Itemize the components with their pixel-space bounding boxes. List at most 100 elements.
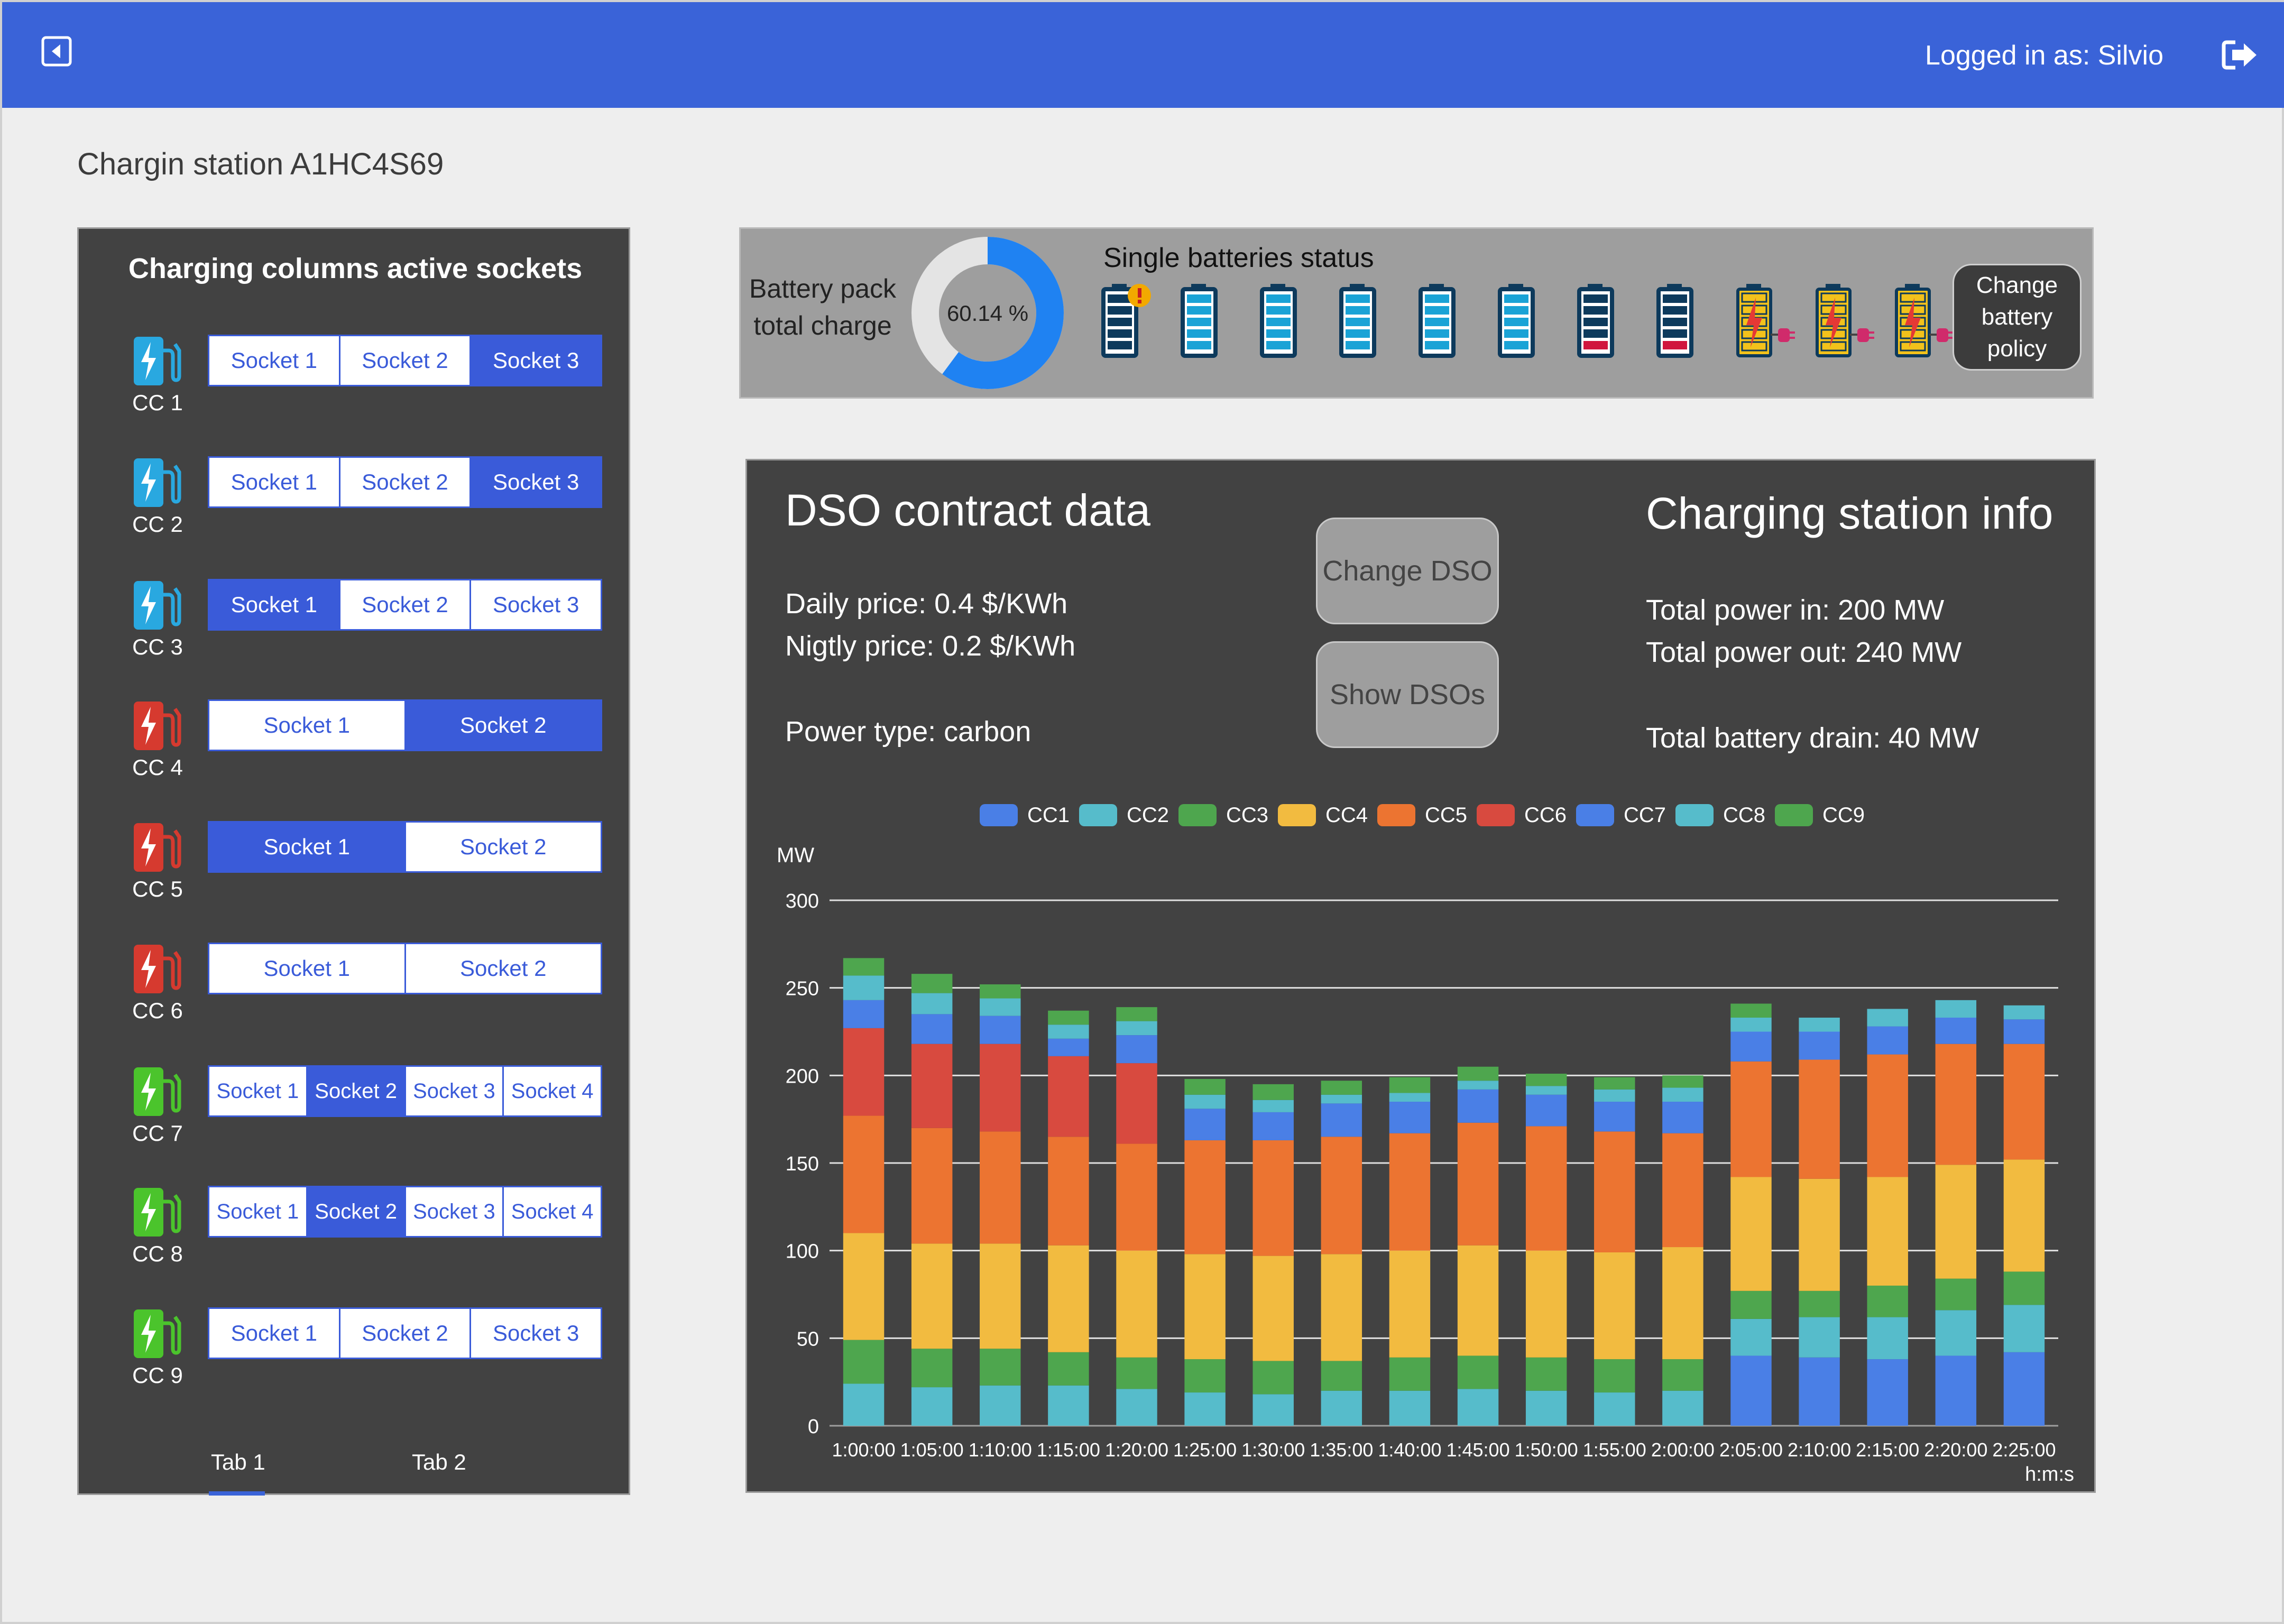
socket-1-toggle[interactable]: Socket 1	[209, 580, 339, 629]
socket-1-toggle[interactable]: Socket 1	[209, 1187, 306, 1236]
socket-2-toggle[interactable]: Socket 2	[306, 1187, 404, 1236]
socket-2-toggle[interactable]: Socket 2	[338, 1309, 470, 1358]
bar-segment	[1457, 1389, 1499, 1426]
bar-segment	[1389, 1077, 1431, 1093]
back-icon[interactable]	[41, 36, 72, 67]
charging-column-label: CC 2	[132, 512, 183, 537]
bar-segment	[1457, 1089, 1499, 1123]
change-battery-policy-button[interactable]: Change battery policy	[1953, 264, 2082, 371]
socket-1-toggle[interactable]: Socket 1	[209, 1067, 306, 1115]
bar-segment	[1184, 1094, 1226, 1109]
socket-3-toggle[interactable]: Socket 3	[469, 580, 601, 629]
x-tick-label: 2:20:00	[1924, 1439, 1987, 1461]
socket-1-toggle[interactable]: Socket 1	[209, 823, 404, 871]
socket-3-toggle[interactable]: Socket 3	[469, 1309, 601, 1358]
battery-pack-label-line2: total charge	[753, 311, 892, 340]
socket-1-toggle[interactable]: Socket 1	[209, 1309, 339, 1358]
bar-segment	[1730, 1017, 1772, 1032]
battery-cell-low-icon	[1577, 284, 1614, 358]
bar-segment	[1048, 1010, 1089, 1025]
x-tick-label: 1:25:00	[1173, 1439, 1237, 1461]
tab-1[interactable]: Tab 1	[211, 1448, 265, 1477]
bar-segment	[1116, 1007, 1157, 1021]
charging-column-1: CC 1 Socket 1 Socket 2 Socket 3	[79, 335, 632, 440]
socket-3-toggle[interactable]: Socket 3	[404, 1067, 503, 1115]
charging-column-8: CC 8 Socket 1 Socket 2 Socket 3 Socket 4	[79, 1186, 632, 1291]
charging-column-2: CC 2 Socket 1 Socket 2 Socket 3	[79, 456, 632, 562]
bar-segment	[1116, 1063, 1157, 1144]
socket-4-toggle[interactable]: Socket 4	[502, 1067, 601, 1115]
charging-columns-panel: Charging columns active sockets CC 1 Sock…	[77, 227, 632, 1496]
bar-segment	[1252, 1100, 1294, 1112]
charging-column-label: CC 7	[132, 1121, 183, 1146]
charging-column-5: CC 5 Socket 1 Socket 2	[79, 821, 632, 927]
socket-2-toggle[interactable]: Socket 2	[404, 944, 601, 993]
battery-cell-charging-icon	[1895, 284, 1954, 357]
socket-1-toggle[interactable]: Socket 1	[209, 701, 404, 750]
y-tick-label: 300	[786, 890, 819, 912]
bar-segment	[1730, 1355, 1772, 1426]
socket-2-toggle[interactable]: Socket 2	[338, 580, 470, 629]
x-tick-label: 1:50:00	[1515, 1439, 1578, 1461]
bar-segment	[1662, 1087, 1703, 1102]
x-tick-label: 2:10:00	[1788, 1439, 1851, 1461]
bar-segment	[1594, 1359, 1635, 1393]
legend-swatch	[1079, 804, 1117, 826]
bar-segment	[1525, 1074, 1567, 1086]
bar-segment	[1252, 1361, 1294, 1395]
socket-1-toggle[interactable]: Socket 1	[209, 336, 339, 385]
bar-segment	[1048, 1385, 1089, 1426]
bar-segment	[1252, 1256, 1294, 1361]
socket-2-toggle[interactable]: Socket 2	[306, 1067, 404, 1115]
bar-segment	[1457, 1355, 1499, 1389]
socket-3-toggle[interactable]: Socket 3	[469, 336, 601, 385]
bar-segment	[1525, 1357, 1567, 1391]
battery-cell-full-icon	[1260, 284, 1297, 358]
x-axis-label: h:m:s	[2025, 1463, 2074, 1485]
bar-segment	[843, 1115, 885, 1233]
y-tick-label: 100	[786, 1241, 819, 1263]
socket-1-toggle[interactable]: Socket 1	[209, 458, 339, 506]
bar-segment	[1252, 1394, 1294, 1426]
bar-segment	[1799, 1290, 1840, 1317]
bar-segment	[1116, 1143, 1157, 1251]
bar-segment	[1389, 1133, 1431, 1251]
logout-icon[interactable]	[2221, 39, 2259, 71]
socket-2-toggle[interactable]: Socket 2	[338, 336, 470, 385]
bar-segment	[1457, 1066, 1499, 1081]
charging-column-label: CC 5	[132, 876, 183, 901]
socket-toggle-group: Socket 1 Socket 2	[208, 821, 602, 873]
single-batteries-title: Single batteries status	[1103, 243, 1374, 273]
y-tick-label: 50	[797, 1328, 819, 1350]
bar-segment	[1662, 1359, 1703, 1391]
charging-column-7: CC 7 Socket 1 Socket 2 Socket 3 Socket 4	[79, 1065, 632, 1171]
socket-toggle-group: Socket 1 Socket 2 Socket 3	[208, 335, 602, 386]
socket-3-toggle[interactable]: Socket 3	[404, 1187, 503, 1236]
bar-segment	[1594, 1131, 1635, 1252]
charging-column-6: CC 6 Socket 1 Socket 2	[79, 943, 632, 1048]
charging-column-4: CC 4 Socket 1 Socket 2	[79, 699, 632, 805]
legend-label: CC4	[1325, 804, 1368, 827]
socket-toggle-group: Socket 1 Socket 2 Socket 3	[208, 456, 602, 508]
bar-segment	[1457, 1122, 1499, 1245]
x-tick-label: 1:40:00	[1378, 1439, 1441, 1461]
bar-segment	[1662, 1075, 1703, 1088]
tab-2[interactable]: Tab 2	[412, 1448, 466, 1477]
socket-3-toggle[interactable]: Socket 3	[469, 458, 601, 506]
charging-column-label: CC 6	[132, 998, 183, 1023]
bar-segment	[911, 1243, 953, 1349]
socket-2-toggle[interactable]: Socket 2	[338, 458, 470, 506]
bar-segment	[1116, 1389, 1157, 1426]
socket-2-toggle[interactable]: Socket 2	[404, 701, 601, 750]
bar-segment	[1594, 1392, 1635, 1426]
x-tick-label: 1:35:00	[1310, 1439, 1373, 1461]
battery-cell-full-icon	[1419, 284, 1456, 358]
bar-segment	[1594, 1089, 1635, 1102]
bar-segment	[1730, 1003, 1772, 1018]
x-tick-label: 1:20:00	[1105, 1439, 1168, 1461]
socket-4-toggle[interactable]: Socket 4	[502, 1187, 601, 1236]
socket-1-toggle[interactable]: Socket 1	[209, 944, 404, 993]
socket-2-toggle[interactable]: Socket 2	[404, 823, 601, 871]
bar-segment	[980, 1016, 1021, 1044]
bar-segment	[1048, 1038, 1089, 1056]
